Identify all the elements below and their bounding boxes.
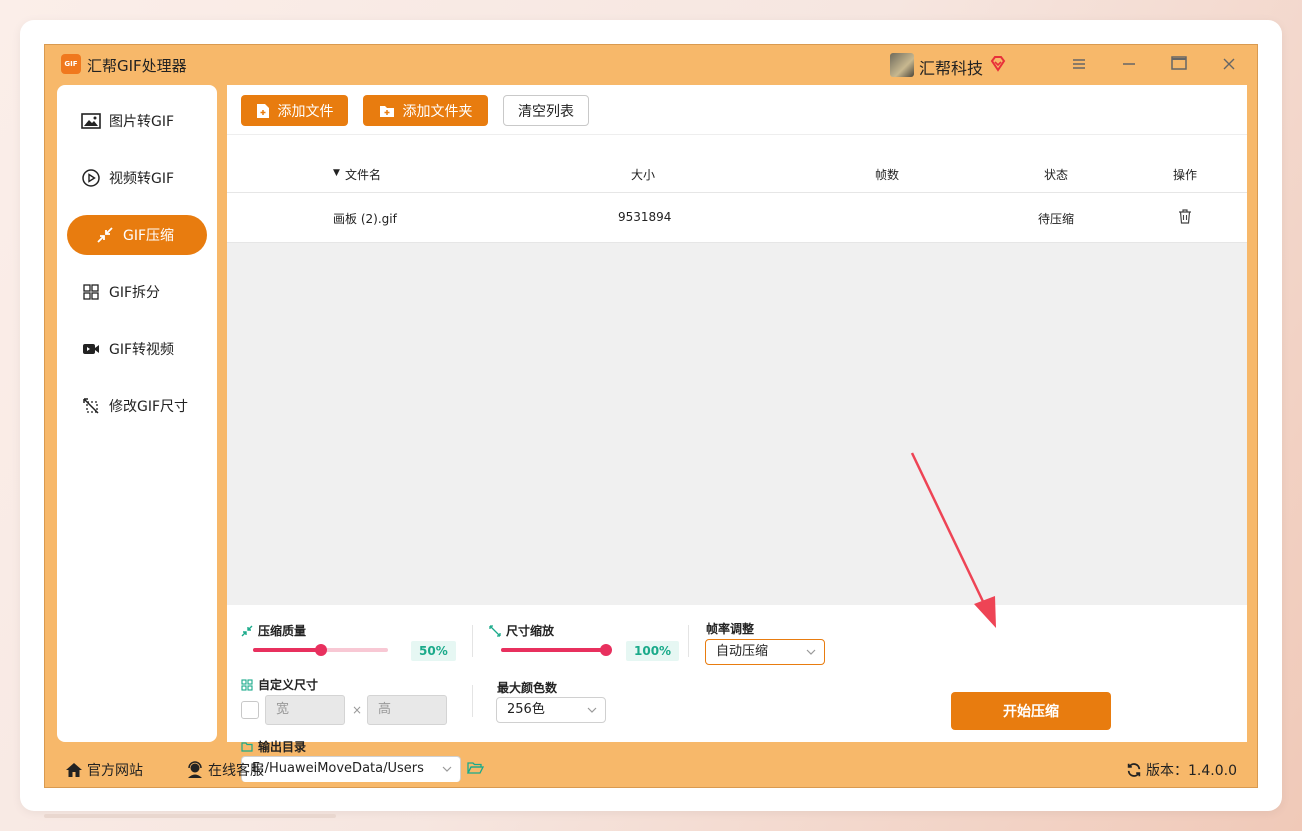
max-colors-selected: 256色 bbox=[507, 702, 545, 717]
minimize-icon[interactable] bbox=[1117, 53, 1141, 77]
sidebar-item-image-to-gif[interactable]: 图片转GIF bbox=[67, 101, 207, 141]
framerate-select[interactable]: 自动压缩 bbox=[705, 639, 825, 665]
file-table: ▼ 文件名 大小 帧数 状态 操作 画板 (2).gif 9531894 待压缩 bbox=[227, 135, 1247, 605]
folder-icon bbox=[241, 741, 253, 752]
home-icon bbox=[66, 763, 82, 777]
max-colors-select[interactable]: 256色 bbox=[496, 697, 606, 723]
status-bar: 官方网站 在线客服 版本：1.4.0.0 bbox=[45, 752, 1257, 789]
quality-slider-knob[interactable] bbox=[314, 644, 327, 656]
custom-size-checkbox[interactable] bbox=[241, 701, 259, 719]
framerate-selected: 自动压缩 bbox=[716, 644, 769, 659]
add-file-button[interactable]: 添加文件 bbox=[241, 95, 348, 126]
sidebar-item-resize-gif[interactable]: 修改GIF尺寸 bbox=[67, 386, 207, 426]
times-symbol: × bbox=[352, 703, 363, 717]
title-bar: GIF 汇帮GIF处理器 汇帮科技 bbox=[45, 45, 1257, 85]
menu-icon[interactable] bbox=[1067, 53, 1091, 77]
split-grid-icon bbox=[81, 282, 101, 302]
sidebar: 图片转GIF 视频转GIF GIF压缩 GIF拆分 GIF转视频 修改GIF尺寸 bbox=[57, 85, 217, 742]
app-logo-icon: GIF bbox=[61, 54, 81, 74]
framerate-label: 帧率调整 bbox=[706, 622, 755, 636]
image-icon bbox=[81, 111, 101, 131]
app-window: GIF 汇帮GIF处理器 汇帮科技 图片转GIF 视频转GIF GIF压缩 GI… bbox=[44, 44, 1258, 788]
sidebar-item-label: 视频转GIF bbox=[109, 171, 175, 187]
add-folder-button[interactable]: 添加文件夹 bbox=[363, 95, 488, 126]
toolbar: 添加文件 添加文件夹 清空列表 bbox=[227, 85, 1247, 135]
sidebar-item-label: GIF压缩 bbox=[123, 228, 175, 244]
close-icon[interactable] bbox=[1217, 53, 1241, 77]
cell-status: 待压缩 bbox=[1038, 212, 1075, 226]
sidebar-item-gif-compress[interactable]: GIF压缩 bbox=[67, 215, 207, 255]
official-website-link[interactable]: 官方网站 bbox=[65, 760, 143, 780]
avatar[interactable] bbox=[890, 53, 914, 77]
compress-icon bbox=[241, 625, 253, 636]
scale-slider[interactable] bbox=[501, 644, 612, 656]
sidebar-item-label: GIF拆分 bbox=[109, 285, 161, 301]
sidebar-item-label: 修改GIF尺寸 bbox=[109, 399, 189, 415]
resize-icon bbox=[81, 396, 101, 416]
sidebar-item-gif-split[interactable]: GIF拆分 bbox=[67, 272, 207, 312]
resize-icon bbox=[489, 624, 501, 637]
maximize-icon[interactable] bbox=[1167, 53, 1191, 77]
column-status[interactable]: 状态 bbox=[1044, 166, 1068, 183]
sidebar-item-label: 图片转GIF bbox=[109, 114, 175, 130]
scale-label: 尺寸缩放 bbox=[489, 622, 554, 639]
quality-slider[interactable] bbox=[253, 644, 388, 656]
cell-filename: 画板 (2).gif bbox=[333, 212, 397, 226]
grid-icon bbox=[241, 678, 253, 691]
quality-value-badge: 50% bbox=[411, 641, 456, 661]
scale-value-badge: 100% bbox=[626, 641, 680, 661]
taskbar-shadow bbox=[44, 814, 336, 818]
column-action: 操作 bbox=[1173, 168, 1198, 182]
table-header: ▼ 文件名 大小 帧数 状态 操作 bbox=[227, 153, 1247, 193]
support-headset-icon bbox=[188, 761, 202, 778]
sidebar-item-label: GIF转视频 bbox=[109, 342, 175, 358]
user-name[interactable]: 汇帮科技 bbox=[919, 55, 983, 79]
scale-slider-fill bbox=[501, 648, 606, 652]
column-filename[interactable]: 文件名 bbox=[345, 166, 381, 183]
online-support-link[interactable]: 在线客服 bbox=[186, 760, 264, 780]
sidebar-item-video-to-gif[interactable]: 视频转GIF bbox=[67, 158, 207, 198]
main-panel: 添加文件 添加文件夹 清空列表 ▼ 文件名 大小 帧数 状态 操作 画板 (2)… bbox=[227, 85, 1247, 782]
cell-size: 9531894 bbox=[618, 210, 672, 224]
settings-panel: 压缩质量 50% 尺寸缩放 100% 帧率调整 自动压缩 自定义尺寸 宽 × 高… bbox=[227, 605, 1247, 754]
refresh-icon bbox=[1127, 763, 1141, 777]
max-colors-label: 最大颜色数 bbox=[497, 681, 558, 695]
play-icon bbox=[81, 168, 101, 188]
height-input[interactable]: 高 bbox=[367, 695, 447, 725]
add-folder-label: 添加文件夹 bbox=[402, 103, 473, 120]
table-row[interactable]: 画板 (2).gif 9531894 待压缩 bbox=[227, 193, 1247, 243]
scale-slider-knob[interactable] bbox=[600, 644, 612, 656]
custom-size-label: 自定义尺寸 bbox=[241, 676, 318, 693]
sort-desc-icon[interactable]: ▼ bbox=[333, 168, 340, 178]
trash-icon[interactable] bbox=[1178, 209, 1192, 224]
add-file-icon bbox=[256, 103, 269, 118]
column-size[interactable]: 大小 bbox=[631, 166, 655, 183]
vip-diamond-icon[interactable] bbox=[989, 55, 1007, 73]
start-compress-button[interactable]: 开始压缩 bbox=[951, 692, 1111, 730]
clear-list-button[interactable]: 清空列表 bbox=[503, 95, 589, 126]
chevron-down-icon bbox=[806, 649, 816, 655]
width-input[interactable]: 宽 bbox=[265, 695, 345, 725]
add-folder-icon bbox=[379, 105, 394, 117]
app-title: 汇帮GIF处理器 bbox=[87, 57, 187, 75]
column-frames[interactable]: 帧数 bbox=[875, 166, 899, 183]
quality-slider-fill bbox=[253, 648, 321, 652]
sidebar-item-gif-to-video[interactable]: GIF转视频 bbox=[67, 329, 207, 369]
chevron-down-icon bbox=[587, 707, 597, 713]
quality-label: 压缩质量 bbox=[241, 622, 306, 639]
version-info[interactable]: 版本：1.4.0.0 bbox=[1126, 760, 1237, 780]
add-file-label: 添加文件 bbox=[277, 103, 334, 120]
compress-icon bbox=[95, 225, 115, 245]
video-camera-icon bbox=[81, 339, 101, 359]
